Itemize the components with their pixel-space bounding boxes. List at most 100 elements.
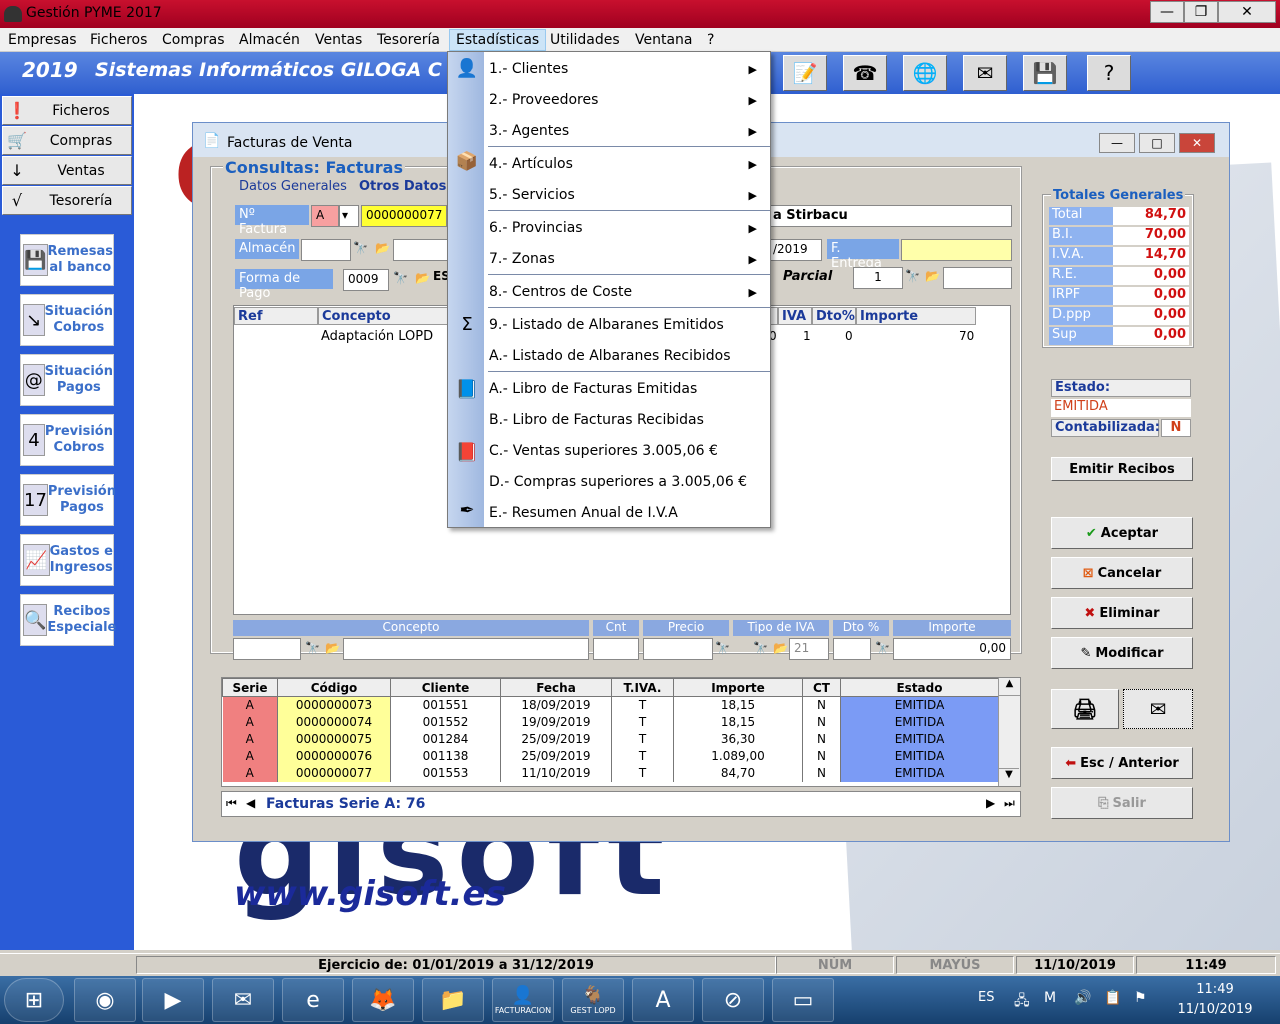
forma-pago-field[interactable]: 0009: [343, 269, 389, 291]
dropdown-item[interactable]: A.- Libro de Facturas Emitidas: [489, 376, 765, 402]
firefox-icon[interactable]: 🦊: [352, 978, 414, 1022]
folder-icon[interactable]: 📂: [325, 641, 340, 655]
chrome-icon[interactable]: ◉: [74, 978, 136, 1022]
nav-gastos-ingresos[interactable]: 📈 Gastos e Ingresos: [20, 534, 114, 586]
dropdown-item[interactable]: D.- Compras superiores a 3.005,06 €: [489, 469, 765, 495]
language-indicator[interactable]: ES: [978, 990, 994, 1005]
edit-ref-field[interactable]: [233, 638, 301, 660]
dropdown-item[interactable]: 5.- Servicios ▶: [489, 182, 765, 208]
first-record-icon[interactable]: ⏮: [226, 796, 237, 811]
aceptar-button[interactable]: ✔ Aceptar: [1051, 517, 1193, 549]
dropdown-item[interactable]: C.- Ventas superiores 3.005,06 €: [489, 438, 765, 464]
start-button[interactable]: ⊞: [4, 978, 64, 1022]
serie-field[interactable]: A: [311, 205, 339, 227]
green-app-icon[interactable]: ⊘: [702, 978, 764, 1022]
nav-remesas[interactable]: 💾 Remesas al banco: [20, 234, 114, 286]
fecha-field[interactable]: /2019: [768, 239, 822, 261]
media-player-icon[interactable]: ▶: [142, 978, 204, 1022]
close-button[interactable]: ✕: [1218, 1, 1276, 23]
gest-lopd-app-icon[interactable]: 🐐 GEST LOPD: [562, 978, 624, 1022]
nav-ventas[interactable]: ↓ Ventas: [2, 156, 132, 185]
menu-tesoreria[interactable]: Tesorería: [377, 32, 440, 48]
globe-icon[interactable]: 🌐: [903, 55, 947, 91]
nav-ficheros[interactable]: ❗ Ficheros: [2, 96, 132, 125]
access-icon[interactable]: A: [632, 978, 694, 1022]
table-header[interactable]: Código: [277, 678, 391, 697]
emitir-recibos-button[interactable]: Emitir Recibos: [1051, 457, 1193, 481]
tab-datos-generales[interactable]: Datos Generales: [239, 179, 347, 194]
nav-prevision-cobros[interactable]: 4 Previsión Cobros: [20, 414, 114, 466]
screen-app-icon[interactable]: ▭: [772, 978, 834, 1022]
table-header[interactable]: Cliente: [390, 678, 501, 697]
save-icon[interactable]: 💾: [1023, 55, 1067, 91]
nav-recibos-especiales[interactable]: 🔍 Recibos Especiale: [20, 594, 116, 646]
esc-anterior-button[interactable]: ⬅ Esc / Anterior: [1051, 747, 1193, 779]
prev-record-icon[interactable]: ◀: [246, 796, 255, 810]
clock-time[interactable]: 11:49: [1170, 982, 1260, 997]
print-icon[interactable]: 🖨: [1051, 689, 1119, 729]
modificar-button[interactable]: ✎ Modificar: [1051, 637, 1193, 669]
dropdown-item[interactable]: 7.- Zonas ▶: [489, 246, 765, 272]
dropdown-item[interactable]: 2.- Proveedores ▶: [489, 87, 765, 113]
facturacion-app-icon[interactable]: 👤 FACTURACION: [492, 978, 554, 1022]
parcial-field[interactable]: 1: [853, 267, 903, 289]
menu-empresas[interactable]: Empresas: [8, 32, 77, 48]
almacen-field[interactable]: [301, 239, 351, 261]
dropdown-item[interactable]: 8.- Centros de Coste ▶: [489, 279, 765, 305]
edit-tipo-iva-field[interactable]: 21: [789, 638, 829, 660]
table-header[interactable]: Serie: [222, 678, 278, 697]
network-icon[interactable]: 🖧: [1014, 990, 1030, 1014]
nav-situacion-cobros[interactable]: ↘ Situación Cobros: [20, 294, 114, 346]
ie-icon[interactable]: e: [282, 978, 344, 1022]
menu-compras[interactable]: Compras: [162, 32, 225, 48]
phone-icon[interactable]: ☎: [843, 55, 887, 91]
nav-prevision-pagos[interactable]: 17 Previsión Pagos: [20, 474, 116, 526]
menu-utilidades[interactable]: Utilidades: [550, 32, 620, 48]
scroll-down-icon[interactable]: ▼: [999, 768, 1019, 786]
window-close-button[interactable]: ✕: [1179, 133, 1215, 153]
next-record-icon[interactable]: ▶: [986, 796, 995, 810]
mail-icon[interactable]: ✉: [1123, 689, 1193, 729]
table-row[interactable]: A 0000000074 001552 19/09/2019 T 18,15 N EMITID…: [222, 713, 999, 731]
nav-compras[interactable]: 🛒 Compras: [2, 126, 132, 155]
table-row[interactable]: A 0000000073 001551 18/09/2019 T 18,15 N EMITID…: [222, 696, 999, 714]
table-header[interactable]: T.IVA.: [611, 678, 674, 697]
table-header[interactable]: CT: [802, 678, 841, 697]
edit-cnt-field[interactable]: [593, 638, 639, 660]
edit-dto-field[interactable]: [833, 638, 871, 660]
edit-precio-field[interactable]: [643, 638, 713, 660]
table-row[interactable]: A 0000000075 001284 25/09/2019 T 36,30 N EMITID…: [222, 730, 999, 748]
menu-ventana[interactable]: Ventana: [635, 32, 693, 48]
folder-icon[interactable]: 📂: [773, 641, 788, 655]
mail-app-icon[interactable]: ✉: [212, 978, 274, 1022]
notes-icon[interactable]: 📝: [783, 55, 827, 91]
dropdown-item[interactable]: 6.- Provincias ▶: [489, 215, 765, 241]
binoculars-icon[interactable]: 🔭: [305, 641, 320, 655]
fentrega-field[interactable]: [901, 239, 1012, 261]
dropdown-item[interactable]: 3.- Agentes ▶: [489, 118, 765, 144]
binoculars-icon[interactable]: 🔭: [875, 641, 890, 655]
table-header[interactable]: Fecha: [500, 678, 612, 697]
dropdown-item[interactable]: 1.- Clientes ▶: [489, 56, 765, 82]
cancelar-button[interactable]: ⊠ Cancelar: [1051, 557, 1193, 589]
salir-button[interactable]: ⎘ Salir: [1051, 787, 1193, 819]
binoculars-icon[interactable]: 🔭: [353, 241, 368, 255]
folder-icon[interactable]: 📂: [375, 241, 390, 255]
flag-icon[interactable]: ⚑: [1134, 990, 1147, 1006]
menu-ficheros[interactable]: Ficheros: [90, 32, 147, 48]
menu-ventas[interactable]: Ventas: [315, 32, 362, 48]
dropdown-item[interactable]: 9.- Listado de Albaranes Emitidos: [489, 312, 765, 338]
last-record-icon[interactable]: ⏭: [1004, 796, 1015, 811]
clipboard-icon[interactable]: 📋: [1104, 990, 1121, 1006]
table-header[interactable]: Estado: [840, 678, 999, 697]
nav-situacion-pagos[interactable]: @ Situación Pagos: [20, 354, 114, 406]
nav-tesoreria[interactable]: √ Tesorería: [2, 186, 132, 215]
binoculars-icon[interactable]: 🔭: [393, 271, 408, 285]
volume-icon[interactable]: 🔊: [1074, 990, 1091, 1006]
menu-help[interactable]: ?: [707, 32, 714, 48]
menu-almacen[interactable]: Almacén: [239, 32, 300, 48]
table-scrollbar[interactable]: ▲ ▼: [998, 678, 1020, 786]
table-header[interactable]: Importe: [673, 678, 803, 697]
table-row[interactable]: A 0000000076 001138 25/09/2019 T 1.089,00 N EMI…: [222, 747, 999, 765]
dropdown-item[interactable]: 4.- Artículos ▶: [489, 151, 765, 177]
